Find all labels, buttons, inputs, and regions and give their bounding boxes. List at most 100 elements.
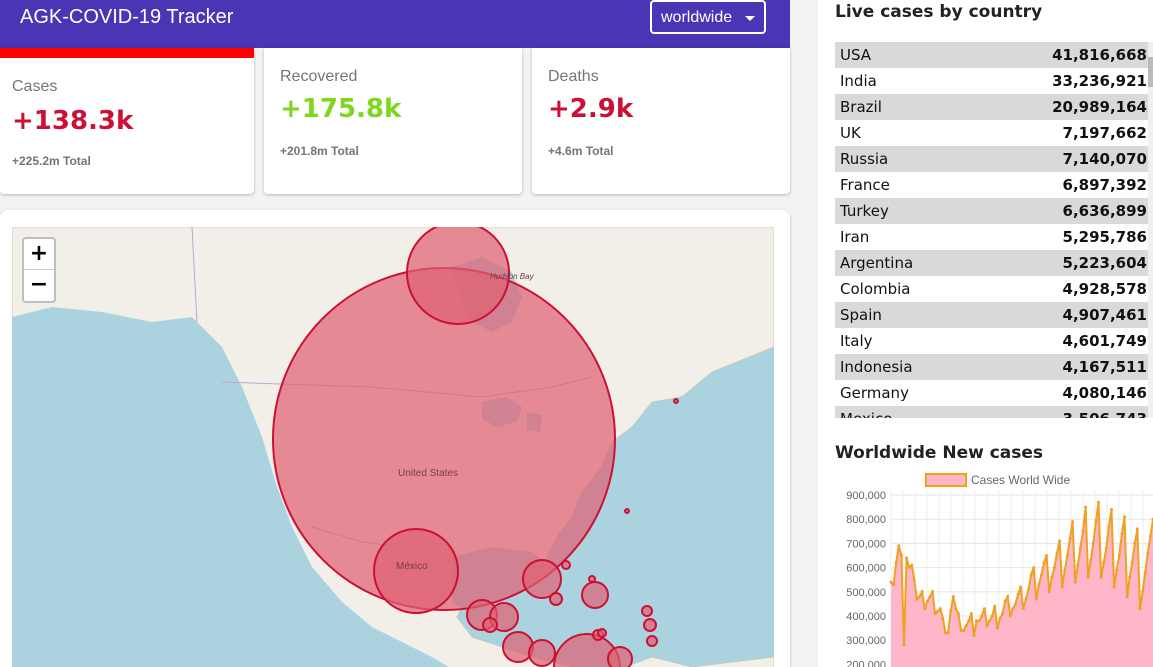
chart-point (1084, 505, 1088, 509)
case-circle[interactable] (549, 592, 563, 606)
case-circle[interactable] (643, 618, 657, 632)
country-name: Spain (840, 306, 882, 324)
case-circle[interactable] (597, 628, 607, 638)
live-cases-table[interactable]: USA 41,816,668 India 33,236,921 Brazil 20,989… (835, 42, 1153, 418)
chart-point (1081, 529, 1085, 533)
chart-point (1148, 534, 1152, 538)
chart-point (949, 609, 953, 613)
chart-point (1117, 554, 1121, 557)
chart-point (1032, 566, 1036, 570)
chart-point (972, 633, 976, 637)
chart-point (918, 595, 921, 599)
chart-point (1052, 566, 1056, 570)
chart-point (993, 604, 997, 608)
chart-point (969, 612, 973, 616)
chart-point (1045, 554, 1049, 557)
country-select-value: worldwide (661, 9, 733, 26)
case-circle[interactable] (482, 617, 498, 633)
table-row: Spain 4,907,461 (835, 302, 1153, 328)
country-name: Colombia (840, 280, 911, 298)
deaths-infobox[interactable]: Deaths +2.9k +4.6m Total (532, 48, 790, 194)
y-tick-label: 500,000 (846, 587, 886, 599)
country-name: Iran (840, 228, 870, 246)
case-circle[interactable] (646, 635, 658, 647)
table-row: UK 7,197,662 (835, 120, 1153, 146)
chart-title: Worldwide New cases (835, 443, 1044, 463)
country-cases: 6,636,899 (1062, 202, 1147, 220)
case-circle[interactable] (607, 646, 633, 667)
country-cases: 7,140,070 (1062, 150, 1147, 168)
chart-point (1011, 607, 1015, 611)
chart-point (954, 607, 958, 611)
table-scrollbar[interactable] (1148, 42, 1153, 418)
chart-point (944, 631, 947, 635)
chart-point (1076, 563, 1080, 567)
chart-point (925, 600, 929, 603)
new-cases-chart: Cases World Wide 900,000 800,000 700,000 600… (835, 468, 1153, 667)
table-row: Mexico 3,506,743 (835, 406, 1153, 418)
chart-point (995, 626, 999, 630)
y-tick-label: 700,000 (846, 538, 886, 550)
case-circle[interactable] (624, 508, 630, 514)
chart-point (1008, 614, 1012, 618)
chart-point (1024, 597, 1028, 601)
country-name: Brazil (840, 98, 882, 116)
chart-point (1146, 551, 1150, 555)
country-name: Argentina (840, 254, 914, 272)
chart-point (912, 578, 916, 582)
country-cases: 3,506,743 (1063, 406, 1147, 418)
chart-point (982, 607, 986, 611)
chart-point (1133, 541, 1137, 545)
chart-point (977, 619, 981, 623)
table-row: Brazil 20,989,164 (835, 94, 1153, 120)
table-row: Argentina 5,223,604 (835, 250, 1153, 276)
chart-point (1071, 520, 1075, 524)
zoom-control: + − (22, 237, 56, 303)
scroll-thumb[interactable] (1148, 57, 1153, 87)
country-cases: 4,928,578 (1062, 280, 1147, 298)
table-row: Russia 7,140,070 (835, 146, 1153, 172)
map-card: United States México Hudson Bay + − (0, 210, 790, 667)
recovered-infobox[interactable]: Recovered +175.8k +201.8m Total (264, 48, 522, 194)
chart-point (938, 607, 942, 611)
right-panel: Live cases by country USA 41,816,668 India… (818, 0, 1153, 667)
cases-infobox[interactable]: Cases +138.3k +225.2m Total (0, 48, 254, 194)
chart-point (1029, 573, 1033, 577)
case-circle[interactable] (561, 560, 571, 570)
app-title: AGK-COVID-19 Tracker (20, 6, 234, 28)
world-map[interactable]: United States México Hudson Bay + − (12, 227, 774, 667)
chart-point (1034, 597, 1038, 601)
case-circle[interactable] (581, 581, 609, 609)
chart-point (1097, 500, 1100, 504)
chart-point (1050, 575, 1054, 579)
chart-point (956, 612, 960, 616)
dropdown-arrow-icon (745, 16, 755, 21)
chart-point (899, 554, 903, 557)
chart-point (1112, 585, 1116, 589)
table-row: Italy 4,601,749 (835, 328, 1153, 354)
country-cases: 4,601,749 (1062, 332, 1147, 350)
case-circle[interactable] (588, 575, 596, 583)
y-tick-label: 200,000 (846, 659, 886, 667)
chart-point (1055, 551, 1059, 555)
chart-point (892, 583, 896, 586)
zoom-out-button[interactable]: − (24, 270, 54, 301)
chart-point (1037, 583, 1041, 586)
map-label-mexico: México (396, 561, 428, 572)
case-circle[interactable] (502, 631, 534, 663)
zoom-in-button[interactable]: + (24, 239, 54, 270)
country-cases: 33,236,921 (1052, 72, 1147, 90)
chart-point (889, 580, 893, 584)
chart-point (988, 619, 992, 623)
case-circle[interactable] (641, 605, 653, 617)
case-circle[interactable] (673, 398, 679, 404)
table-row: USA 41,816,668 (835, 42, 1153, 68)
chart-point (1110, 508, 1113, 511)
case-circle[interactable] (528, 639, 556, 667)
chart-point (1016, 592, 1020, 596)
country-select[interactable]: worldwide (650, 0, 766, 34)
chart-point (1073, 580, 1077, 584)
map-layer: United States México Hudson Bay (12, 227, 774, 667)
chart-point (905, 556, 909, 560)
chart-point (902, 643, 906, 647)
